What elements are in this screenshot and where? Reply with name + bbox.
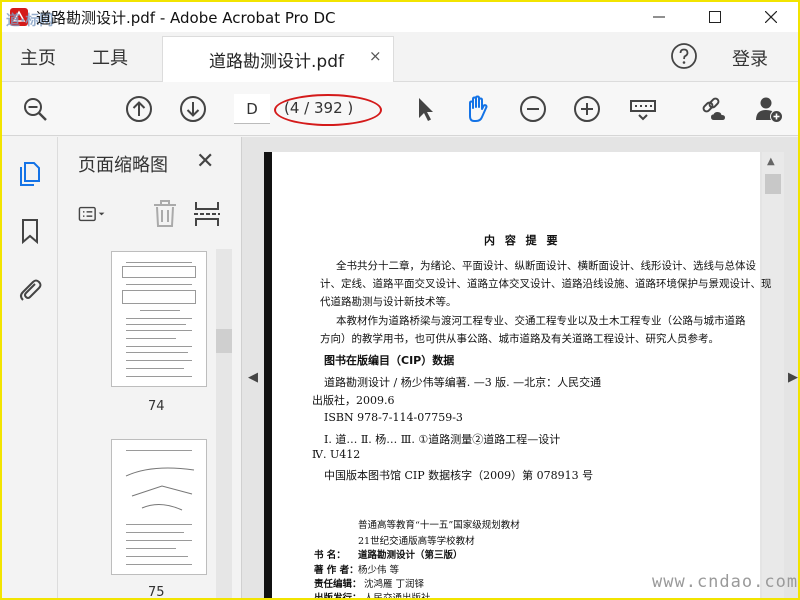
thumbnail-diagram: [125, 467, 195, 511]
summary-line: 计、定线、道路平面交叉设计、道路立体交叉设计、道路沿线设施、道路环境保护与景观设…: [320, 278, 772, 290]
series-line: 普通高等教育“十一五”国家级规划教材: [358, 520, 520, 531]
cip-line: 出版社，2009.6: [312, 394, 395, 407]
close-window-button[interactable]: [748, 2, 794, 32]
minimize-button[interactable]: [636, 2, 682, 32]
maximize-button[interactable]: [692, 2, 738, 32]
thumbnail-label-75: 75: [148, 585, 165, 600]
tab-tools[interactable]: 工具: [92, 44, 128, 70]
meta-label: 书 名：: [314, 550, 346, 561]
add-user-icon[interactable]: [754, 94, 784, 124]
hand-icon[interactable]: [462, 94, 492, 124]
main-toolbar: (4 / 392 ): [2, 82, 798, 136]
document-scroll-thumb[interactable]: [765, 174, 781, 194]
document-tab-label: 道路勘测设计.pdf: [209, 52, 344, 72]
left-nav-pane: [2, 137, 58, 598]
thumbnails-panel: 页面缩略图 ✕ 74 75: [58, 137, 242, 600]
meta-value: 人民交通出版社: [364, 593, 431, 600]
panel-close-button[interactable]: ✕: [196, 149, 214, 174]
app-window: 道·标网 道路勘测设计.pdf - Adobe Acrobat Pro DC 主…: [0, 0, 800, 600]
login-button[interactable]: 登录: [732, 45, 768, 71]
meta-value: 道路勘测设计（第三版）: [358, 550, 463, 561]
thumbnail-label-74: 74: [148, 399, 165, 414]
document-tab-close-button[interactable]: ×: [369, 47, 382, 65]
trash-icon[interactable]: [150, 199, 180, 229]
meta-value: 杨少伟 等: [358, 565, 400, 576]
cip-title: 图书在版编目（CIP）数据: [324, 354, 455, 367]
thumbnail-page-75[interactable]: [111, 439, 207, 575]
tab-bar: 主页 工具 道路勘测设计.pdf × 登录: [2, 32, 798, 82]
document-scrollbar[interactable]: ▲: [762, 152, 784, 598]
summary-line: 本教材作为道路桥梁与渡河工程专业、交通工程专业以及土木工程专业（公路与城市道路: [336, 315, 746, 327]
cip-line: 道路勘测设计 / 杨少伟等编著. —3 版. —北京：人民交通: [324, 376, 602, 389]
thumbnail-page-74[interactable]: [111, 251, 207, 387]
plus-circle-icon[interactable]: [572, 94, 602, 124]
tab-home[interactable]: 主页: [20, 44, 56, 70]
cloud-link-icon[interactable]: [698, 94, 728, 124]
help-icon[interactable]: [670, 42, 698, 70]
summary-line: 方向）的教学用书，也可供从事公路、城市道路及有关道路工程设计、研究人员参考。: [320, 333, 719, 345]
summary-line: 代道路勘测与设计新技术等。: [320, 296, 457, 308]
bookmark-icon[interactable]: [16, 217, 44, 245]
series-line: 21世纪交通版高等学校教材: [358, 536, 475, 547]
panel-title: 页面缩略图: [78, 155, 168, 176]
close-icon: [765, 11, 777, 23]
thumbnail-scroll-thumb[interactable]: [216, 329, 232, 353]
site-watermark: www.cndao.com: [652, 572, 799, 592]
minus-circle-icon[interactable]: [518, 94, 548, 124]
tab-document[interactable]: 道路勘测设计.pdf ×: [162, 36, 394, 82]
title-bar: 道·标网 道路勘测设计.pdf - Adobe Acrobat Pro DC: [2, 2, 798, 32]
cursor-icon[interactable]: [410, 94, 440, 124]
arrow-down-circle-icon[interactable]: [178, 94, 208, 124]
collapse-left-panel-icon[interactable]: ◀: [248, 370, 258, 385]
meta-label: 著 作 者：: [314, 565, 359, 576]
page-thumbnails-icon[interactable]: [16, 159, 44, 187]
cip-line: Ⅰ. 道… Ⅱ. 杨… Ⅲ. ①道路测量②道路工程—设计: [324, 433, 561, 446]
minimize-icon: [653, 16, 665, 18]
cip-line: Ⅳ. U412: [312, 448, 361, 461]
page-number-input[interactable]: [234, 94, 270, 124]
cip-line: ISBN 978-7-114-07759-3: [324, 411, 463, 424]
maximize-icon: [709, 11, 721, 23]
search-icon[interactable]: [20, 94, 50, 124]
summary-heading: 内 容 提 要: [484, 234, 561, 247]
arrow-up-circle-icon[interactable]: [124, 94, 154, 124]
cip-line: 中国版本图书馆 CIP 数据核字（2009）第 078913 号: [324, 469, 594, 482]
thumbnail-options-icon[interactable]: [78, 199, 108, 229]
meta-label: 责任编辑：: [314, 579, 362, 590]
highlight-ellipse: [274, 94, 382, 126]
expand-right-panel-icon[interactable]: ▶: [788, 370, 798, 385]
insert-page-icon[interactable]: [192, 199, 222, 229]
attachment-icon[interactable]: [16, 275, 44, 303]
window-title: 道路勘测设计.pdf - Adobe Acrobat Pro DC: [36, 9, 336, 27]
meta-label: 出版发行：: [314, 593, 362, 600]
keyboard-icon[interactable]: [628, 94, 658, 124]
meta-value: 沈鸿雁 丁润铎: [364, 579, 425, 590]
scroll-up-icon[interactable]: ▲: [767, 156, 775, 167]
thumbnail-scrollbar[interactable]: [216, 249, 232, 598]
summary-line: 全书共分十二章，为绪论、平面设计、纵断面设计、横断面设计、线形设计、选线与总体设: [336, 260, 756, 272]
